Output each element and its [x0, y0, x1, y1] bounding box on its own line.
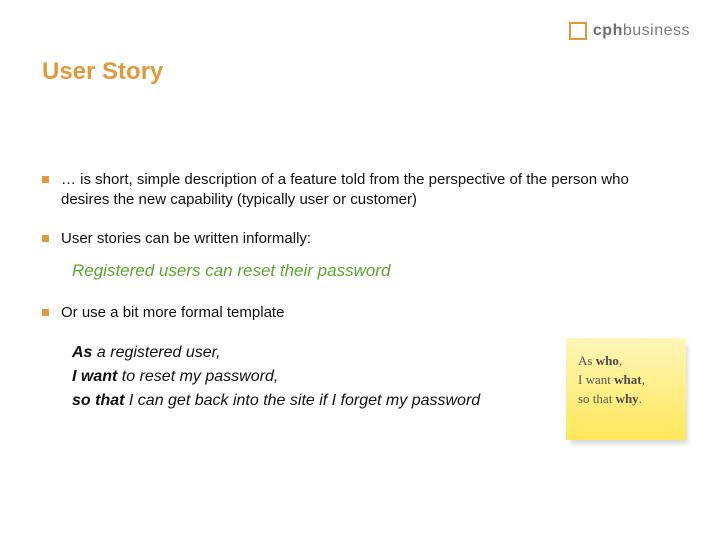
- informal-example: Registered users can reset their passwor…: [72, 261, 678, 281]
- bullet-square-icon: [42, 176, 49, 183]
- bullet-definition-text: … is short, simple description of a feat…: [61, 170, 678, 211]
- formal-line-sothat: so that I can get back into the site if …: [72, 389, 502, 413]
- slide: cphbusiness User Story … is short, simpl…: [0, 0, 720, 540]
- sticky-line-who: As who,: [578, 352, 676, 371]
- brand-rest: business: [623, 22, 690, 39]
- bullet-definition: … is short, simple description of a feat…: [42, 170, 678, 211]
- brand-cph: cph: [593, 22, 623, 39]
- page-title: User Story: [42, 58, 163, 86]
- brand-logo: cphbusiness: [569, 22, 690, 40]
- formal-kw-sothat: so that: [72, 392, 124, 409]
- logo-square-icon: [569, 22, 587, 40]
- sticky-who: who: [596, 353, 619, 368]
- formal-kw-as: As: [72, 344, 92, 361]
- sticky-why: why: [616, 391, 639, 406]
- brand-text: cphbusiness: [593, 22, 690, 40]
- formal-kw-want: I want: [72, 368, 117, 385]
- formal-line-as: As a registered user,: [72, 341, 502, 365]
- bullet-informal: User stories can be written informally:: [42, 229, 678, 249]
- bullet-formal-text: Or use a bit more formal template: [61, 303, 284, 323]
- formal-rest-want: to reset my password,: [117, 368, 278, 385]
- formal-template: As a registered user, I want to reset my…: [72, 341, 502, 413]
- bullet-square-icon: [42, 235, 49, 242]
- formal-line-want: I want to reset my password,: [72, 365, 502, 389]
- sticky-what: what: [614, 372, 641, 387]
- formal-rest-as: a registered user,: [92, 344, 220, 361]
- bullet-square-icon: [42, 309, 49, 316]
- sticky-line-what: I want what,: [578, 371, 676, 390]
- bullet-informal-text: User stories can be written informally:: [61, 229, 311, 249]
- formal-rest-sothat: I can get back into the site if I forget…: [124, 392, 480, 409]
- bullet-formal: Or use a bit more formal template: [42, 303, 542, 323]
- sticky-line-why: so that why.: [578, 390, 676, 409]
- sticky-note-content: As who, I want what, so that why.: [566, 338, 686, 440]
- sticky-note: As who, I want what, so that why.: [566, 338, 690, 444]
